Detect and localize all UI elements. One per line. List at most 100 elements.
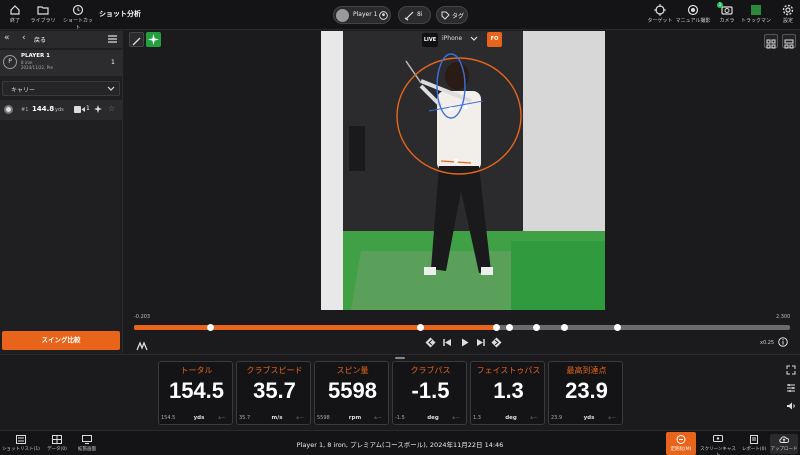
camera-badge: 1 [717, 2, 723, 8]
metric-card-max-height[interactable]: 最高到達点 23.9 23.9 yds ±--- [548, 361, 623, 425]
collapse-icon[interactable]: « [4, 33, 10, 43]
speaker-icon[interactable] [786, 401, 796, 411]
club-label: 8i [417, 11, 423, 18]
swing-video[interactable] [321, 31, 605, 310]
playback-speed[interactable]: x0.25 [760, 340, 774, 346]
sparkle-icon [94, 105, 102, 113]
ball-icon [4, 105, 13, 114]
shortcut-button[interactable]: ショートカット [61, 2, 95, 31]
player-group-row[interactable]: P PLAYER 1 8 iron 2024/11/22, Pre 1 [0, 50, 123, 76]
video-area: LIVE iPhone FO -0.203 2.300 x0.25 [124, 31, 800, 353]
settings-button[interactable]: 設定 [775, 2, 800, 28]
shot-unit: yds [55, 107, 64, 113]
back-icon[interactable]: ‹ [22, 33, 26, 43]
swing-video-image [321, 31, 605, 310]
layout-icon [784, 39, 794, 49]
timeline-event-marker[interactable] [506, 324, 514, 331]
trackman-logo-icon [136, 337, 148, 351]
manual-capture-button[interactable]: マニュアル撮影 [675, 2, 711, 28]
analysis-button[interactable]: 定期化(M) [666, 434, 696, 454]
timeline-scrubber[interactable] [134, 324, 790, 331]
previous-event-icon[interactable] [425, 337, 436, 348]
layout-button[interactable] [782, 34, 796, 49]
player-group-date: 2024/11/22, Pre [21, 65, 53, 70]
folder-icon [37, 6, 49, 15]
metric-unit: deg [427, 415, 439, 421]
metric-card-spin-rate[interactable]: スピン量 5598 5598 rpm ±--- [314, 361, 389, 425]
timeline-progress [134, 325, 495, 330]
player-name: Player 1 [353, 11, 378, 18]
screencast-label: スクリーンキャスト [700, 447, 736, 455]
metric-value: 5598 [328, 378, 377, 403]
sliders-icon[interactable] [786, 383, 796, 393]
metric-card-total[interactable]: トータル 154.5 154.5 yds ±--- [158, 361, 233, 425]
exit-button[interactable]: 終了 [2, 2, 28, 28]
info-icon[interactable] [778, 337, 788, 347]
metric-deviation: ±--- [296, 415, 304, 420]
star-icon[interactable]: ☆ [108, 104, 115, 113]
target-button[interactable]: ターゲット [646, 2, 674, 28]
camera-button[interactable]: カメラ 1 [714, 2, 740, 28]
step-back-icon[interactable] [442, 337, 453, 348]
play-icon[interactable] [459, 337, 470, 348]
metric-label: クラブスピード [246, 366, 303, 375]
timeline-event-marker[interactable] [493, 324, 501, 331]
swing-compare-button[interactable]: スイング比較 [2, 331, 120, 350]
ai-sparkle-icon [148, 34, 159, 45]
face-on-button[interactable]: FO [487, 32, 502, 47]
upload-button[interactable]: アップロード [770, 434, 798, 454]
panel-header: « ‹ 戻る [0, 31, 123, 48]
clock-icon [72, 4, 84, 16]
metrics-panel: トータル 154.5 154.5 yds ±--- クラブスピード 35.7 3… [0, 354, 800, 430]
expand-icon[interactable] [786, 365, 796, 375]
target-label: ターゲット [647, 18, 673, 24]
metric-value: 1.3 [493, 378, 524, 403]
player-selector[interactable]: Player 1 [333, 6, 391, 24]
club-selector[interactable]: 8i [398, 6, 431, 24]
next-event-icon[interactable] [491, 337, 502, 348]
camera-select[interactable]: iPhone [442, 35, 462, 42]
metric-unit: deg [505, 415, 517, 421]
metric-sub-value: -1.5 [395, 415, 405, 421]
metric-value: 23.9 [565, 378, 608, 403]
metric-value: 35.7 [253, 378, 296, 403]
gear-icon [782, 4, 794, 16]
draw-tool-button[interactable] [129, 32, 144, 47]
library-label: ライブラリ [30, 18, 56, 24]
step-forward-icon[interactable] [475, 337, 486, 348]
metric-label: フェイストゥパス [476, 366, 541, 375]
timeline-event-marker[interactable] [532, 324, 540, 331]
shortcut-label: ショートカット [62, 18, 93, 31]
bottom-bar: ショットリスト(1) データ(0) 拡張画面 Player 1, 8 iron,… [0, 430, 800, 455]
exit-label: 終了 [9, 18, 20, 24]
tag-button[interactable]: タグ [436, 6, 468, 24]
grid-view-button[interactable] [764, 34, 778, 49]
live-button[interactable]: LIVE [422, 33, 438, 47]
screencast-button[interactable]: スクリーンキャスト [700, 434, 736, 455]
page-title: ショット分析 [99, 10, 141, 18]
trackman-button[interactable]: トラックマン [741, 2, 771, 28]
analysis-label: 定期化(M) [670, 447, 692, 452]
panel-grip-handle[interactable] [395, 357, 405, 359]
metric-card-club-path[interactable]: クラブパス -1.5 -1.5 deg ±--- [392, 361, 467, 425]
metric-deviation: ±--- [374, 415, 382, 420]
report-button[interactable]: レポート(0) [740, 434, 768, 454]
shot-row[interactable]: #1 144.8 yds 1 ☆ [0, 100, 123, 120]
metric-label: クラブパス [410, 366, 451, 375]
shot-distance: 144.8 [32, 105, 55, 113]
metric-card-face-to-path[interactable]: フェイストゥパス 1.3 1.3 deg ±--- [470, 361, 545, 425]
metric-sub-value: 1.3 [473, 415, 481, 421]
player-group-name: PLAYER 1 [21, 53, 50, 59]
menu-icon[interactable] [108, 35, 117, 43]
metric-unit: yds [193, 415, 205, 421]
timeline-end-time: 2.300 [776, 314, 791, 320]
ai-tool-button[interactable] [146, 32, 161, 47]
timeline-event-marker[interactable] [613, 324, 621, 331]
sort-select[interactable]: キャリー [2, 81, 120, 96]
timeline-event-marker[interactable] [561, 324, 569, 331]
back-button[interactable]: 戻る [34, 35, 46, 44]
metric-card-club-speed[interactable]: クラブスピード 35.7 35.7 m/s ±--- [236, 361, 311, 425]
metric-deviation: ±--- [608, 415, 616, 420]
library-button[interactable]: ライブラリ [30, 2, 56, 28]
tag-label: タグ [452, 13, 465, 20]
